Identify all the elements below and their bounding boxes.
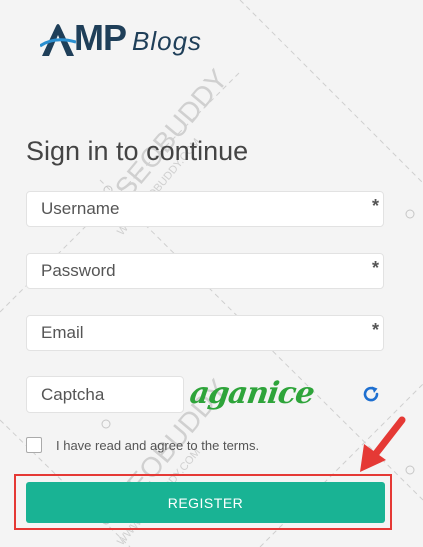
terms-row: I have read and agree to the terms.: [26, 437, 259, 453]
page-title: Sign in to continue: [26, 136, 249, 166]
username-field: *: [26, 191, 384, 227]
amp-blogs-logo: MP Blogs: [40, 16, 202, 56]
logo-amp-text: MP: [74, 17, 127, 58]
password-input[interactable]: [41, 254, 341, 288]
terms-label: I have read and agree to the terms.: [56, 437, 260, 453]
email-field: *: [26, 315, 384, 351]
required-asterisk: *: [371, 196, 379, 216]
logo-blogs-text: Blogs: [132, 26, 203, 56]
captcha-text: aganice: [187, 376, 316, 411]
captcha-field: [26, 376, 184, 413]
watermark-brand: SEOBUDDY: [109, 63, 234, 204]
arrow-annotation-icon: [360, 416, 406, 472]
required-asterisk: *: [371, 258, 379, 278]
terms-checkbox[interactable]: [26, 437, 42, 453]
email-input[interactable]: [41, 316, 341, 350]
refresh-icon[interactable]: [362, 385, 380, 403]
register-button[interactable]: REGISTER: [26, 482, 385, 523]
username-input[interactable]: [41, 192, 341, 226]
required-asterisk: *: [371, 320, 379, 340]
captcha-image: aganice: [187, 372, 322, 416]
captcha-input[interactable]: [41, 377, 171, 412]
logo-a-mark-icon: [40, 24, 76, 56]
password-field: *: [26, 253, 384, 289]
